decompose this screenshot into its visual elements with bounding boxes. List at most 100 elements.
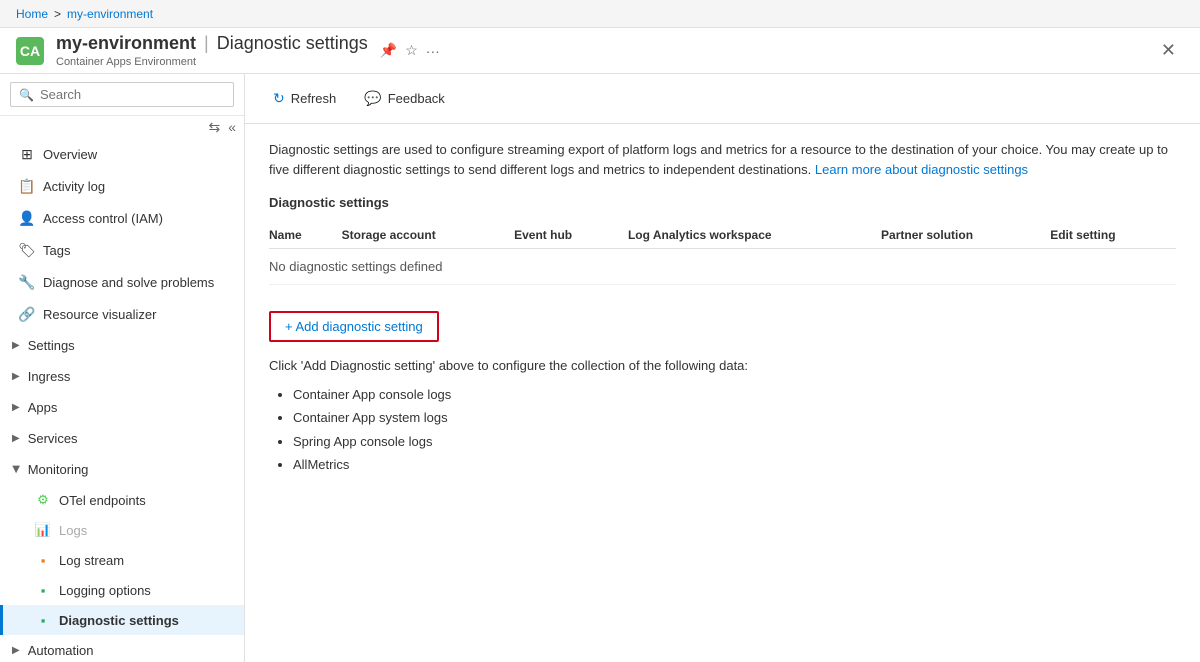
sidebar-group-apps[interactable]: ▶ Apps xyxy=(0,392,244,423)
top-bar: CA my-environment | Diagnostic settings … xyxy=(0,28,1200,74)
sidebar-item-otel-label: OTel endpoints xyxy=(59,493,146,508)
list-item-2: Container App system logs xyxy=(293,406,1176,429)
sidebar-group-settings-label: Settings xyxy=(28,338,75,353)
refresh-label: Refresh xyxy=(291,91,337,106)
breadcrumb-separator: > xyxy=(54,7,61,21)
sidebar-item-logging-options-label: Logging options xyxy=(59,583,151,598)
title-block: my-environment | Diagnostic settings Con… xyxy=(56,33,368,68)
col-log-analytics: Log Analytics workspace xyxy=(628,222,881,249)
services-chevron-icon: ▶ xyxy=(12,433,20,444)
sidebar-item-resource-visualizer[interactable]: 🔗 Resource visualizer xyxy=(0,298,244,330)
sidebar-item-diagnostic-settings-label: Diagnostic settings xyxy=(59,613,179,628)
sidebar-item-activity-log[interactable]: 📋 Activity log xyxy=(0,170,244,202)
automation-chevron-icon: ▶ xyxy=(12,645,20,656)
sidebar-item-logs: 📊 Logs xyxy=(0,515,244,545)
overview-icon: ⊞ xyxy=(19,146,35,162)
learn-more-link[interactable]: Learn more about diagnostic settings xyxy=(815,162,1028,177)
sidebar-item-tags[interactable]: 🏷 Tags xyxy=(0,234,244,266)
sidebar-item-overview-label: Overview xyxy=(43,147,97,162)
logging-options-icon: ▪ xyxy=(35,582,51,598)
pin-icon[interactable]: 📌 xyxy=(380,42,397,59)
app-icon: CA xyxy=(16,37,44,65)
col-storage: Storage account xyxy=(342,222,514,249)
col-eventhub: Event hub xyxy=(514,222,628,249)
sidebar: 🔍 ⇆ « ⊞ Overview 📋 Activity log 👤 Access… xyxy=(0,74,245,662)
breadcrumb: Home > my-environment xyxy=(0,0,1200,28)
close-button[interactable]: ✕ xyxy=(1153,36,1184,65)
col-name: Name xyxy=(269,222,342,249)
search-box[interactable]: 🔍 xyxy=(10,82,234,107)
search-icon: 🔍 xyxy=(19,88,34,102)
list-item-1: Container App console logs xyxy=(293,383,1176,406)
toolbar: ↻ Refresh 💬 Feedback xyxy=(245,74,1200,124)
sidebar-collapse-icon[interactable]: ⇆ xyxy=(208,119,220,136)
description-text: Diagnostic settings are used to configur… xyxy=(269,140,1169,179)
activity-log-icon: 📋 xyxy=(19,178,35,194)
sidebar-item-log-stream-label: Log stream xyxy=(59,553,124,568)
sidebar-item-overview[interactable]: ⊞ Overview xyxy=(0,138,244,170)
resource-subtitle: Container Apps Environment xyxy=(56,56,368,68)
feedback-button[interactable]: 💬 Feedback xyxy=(352,84,457,113)
sidebar-item-activity-log-label: Activity log xyxy=(43,179,105,194)
favorite-icon[interactable]: ☆ xyxy=(405,42,418,59)
sidebar-minimize-icon[interactable]: « xyxy=(228,119,236,136)
otel-icon: ⚙ xyxy=(35,492,51,508)
sidebar-search-area: 🔍 xyxy=(0,74,244,116)
sidebar-group-settings[interactable]: ▶ Settings xyxy=(0,330,244,361)
sidebar-item-log-stream[interactable]: ▪ Log stream xyxy=(0,545,244,575)
col-edit: Edit setting xyxy=(1050,222,1176,249)
log-stream-icon: ▪ xyxy=(35,552,51,568)
settings-chevron-icon: ▶ xyxy=(12,340,20,351)
content-body: Diagnostic settings are used to configur… xyxy=(245,124,1200,493)
add-diagnostic-setting-button[interactable]: + Add diagnostic setting xyxy=(269,311,439,342)
refresh-icon: ↻ xyxy=(273,90,285,107)
more-options-icon[interactable]: ··· xyxy=(426,43,440,59)
list-item-3: Spring App console logs xyxy=(293,430,1176,453)
sidebar-item-logging-options[interactable]: ▪ Logging options xyxy=(0,575,244,605)
sidebar-group-ingress[interactable]: ▶ Ingress xyxy=(0,361,244,392)
instruction-text: Click 'Add Diagnostic setting' above to … xyxy=(269,358,1176,373)
col-partner: Partner solution xyxy=(881,222,1050,249)
sidebar-item-access-control[interactable]: 👤 Access control (IAM) xyxy=(0,202,244,234)
sidebar-group-monitoring[interactable]: ▶ Monitoring xyxy=(0,454,244,485)
tags-icon: 🏷 xyxy=(19,242,35,258)
feedback-label: Feedback xyxy=(388,91,445,106)
section-title: Diagnostic settings xyxy=(269,195,1176,210)
breadcrumb-current[interactable]: my-environment xyxy=(67,7,153,21)
sidebar-group-monitoring-label: Monitoring xyxy=(28,462,89,477)
diagnostic-settings-table: Name Storage account Event hub Log Analy… xyxy=(269,222,1176,285)
sidebar-item-otel-endpoints[interactable]: ⚙ OTel endpoints xyxy=(0,485,244,515)
sidebar-group-services[interactable]: ▶ Services xyxy=(0,423,244,454)
main-layout: 🔍 ⇆ « ⊞ Overview 📋 Activity log 👤 Access… xyxy=(0,74,1200,662)
refresh-button[interactable]: ↻ Refresh xyxy=(261,84,348,113)
sidebar-item-diagnostic-settings[interactable]: ▪ Diagnostic settings xyxy=(0,605,244,635)
content-area: ↻ Refresh 💬 Feedback Diagnostic settings… xyxy=(245,74,1200,662)
sidebar-item-access-control-label: Access control (IAM) xyxy=(43,211,163,226)
sidebar-group-ingress-label: Ingress xyxy=(28,369,71,384)
diagnostic-settings-icon: ▪ xyxy=(35,612,51,628)
breadcrumb-home[interactable]: Home xyxy=(16,7,48,21)
search-input[interactable] xyxy=(40,87,225,102)
sidebar-item-diagnose-label: Diagnose and solve problems xyxy=(43,275,214,290)
bullet-list: Container App console logs Container App… xyxy=(269,383,1176,477)
sidebar-item-tags-label: Tags xyxy=(43,243,70,258)
page-title: Diagnostic settings xyxy=(217,33,368,54)
sidebar-item-diagnose[interactable]: 🔧 Diagnose and solve problems xyxy=(0,266,244,298)
title-icons: 📌 ☆ ··· xyxy=(380,42,440,59)
no-settings-text: No diagnostic settings defined xyxy=(269,249,1176,285)
sidebar-item-logs-label: Logs xyxy=(59,523,87,538)
feedback-icon: 💬 xyxy=(364,90,381,107)
resource-name: my-environment xyxy=(56,33,196,54)
table-row-empty: No diagnostic settings defined xyxy=(269,249,1176,285)
sidebar-group-automation-label: Automation xyxy=(28,643,94,658)
logs-icon: 📊 xyxy=(35,522,51,538)
resource-visualizer-icon: 🔗 xyxy=(19,306,35,322)
sidebar-group-automation[interactable]: ▶ Automation xyxy=(0,635,244,662)
monitoring-chevron-icon: ▶ xyxy=(10,466,21,474)
sidebar-item-resource-visualizer-label: Resource visualizer xyxy=(43,307,156,322)
sidebar-group-services-label: Services xyxy=(28,431,78,446)
diagnose-icon: 🔧 xyxy=(19,274,35,290)
apps-chevron-icon: ▶ xyxy=(12,402,20,413)
title-area: my-environment | Diagnostic settings xyxy=(56,33,368,54)
sidebar-group-apps-label: Apps xyxy=(28,400,58,415)
